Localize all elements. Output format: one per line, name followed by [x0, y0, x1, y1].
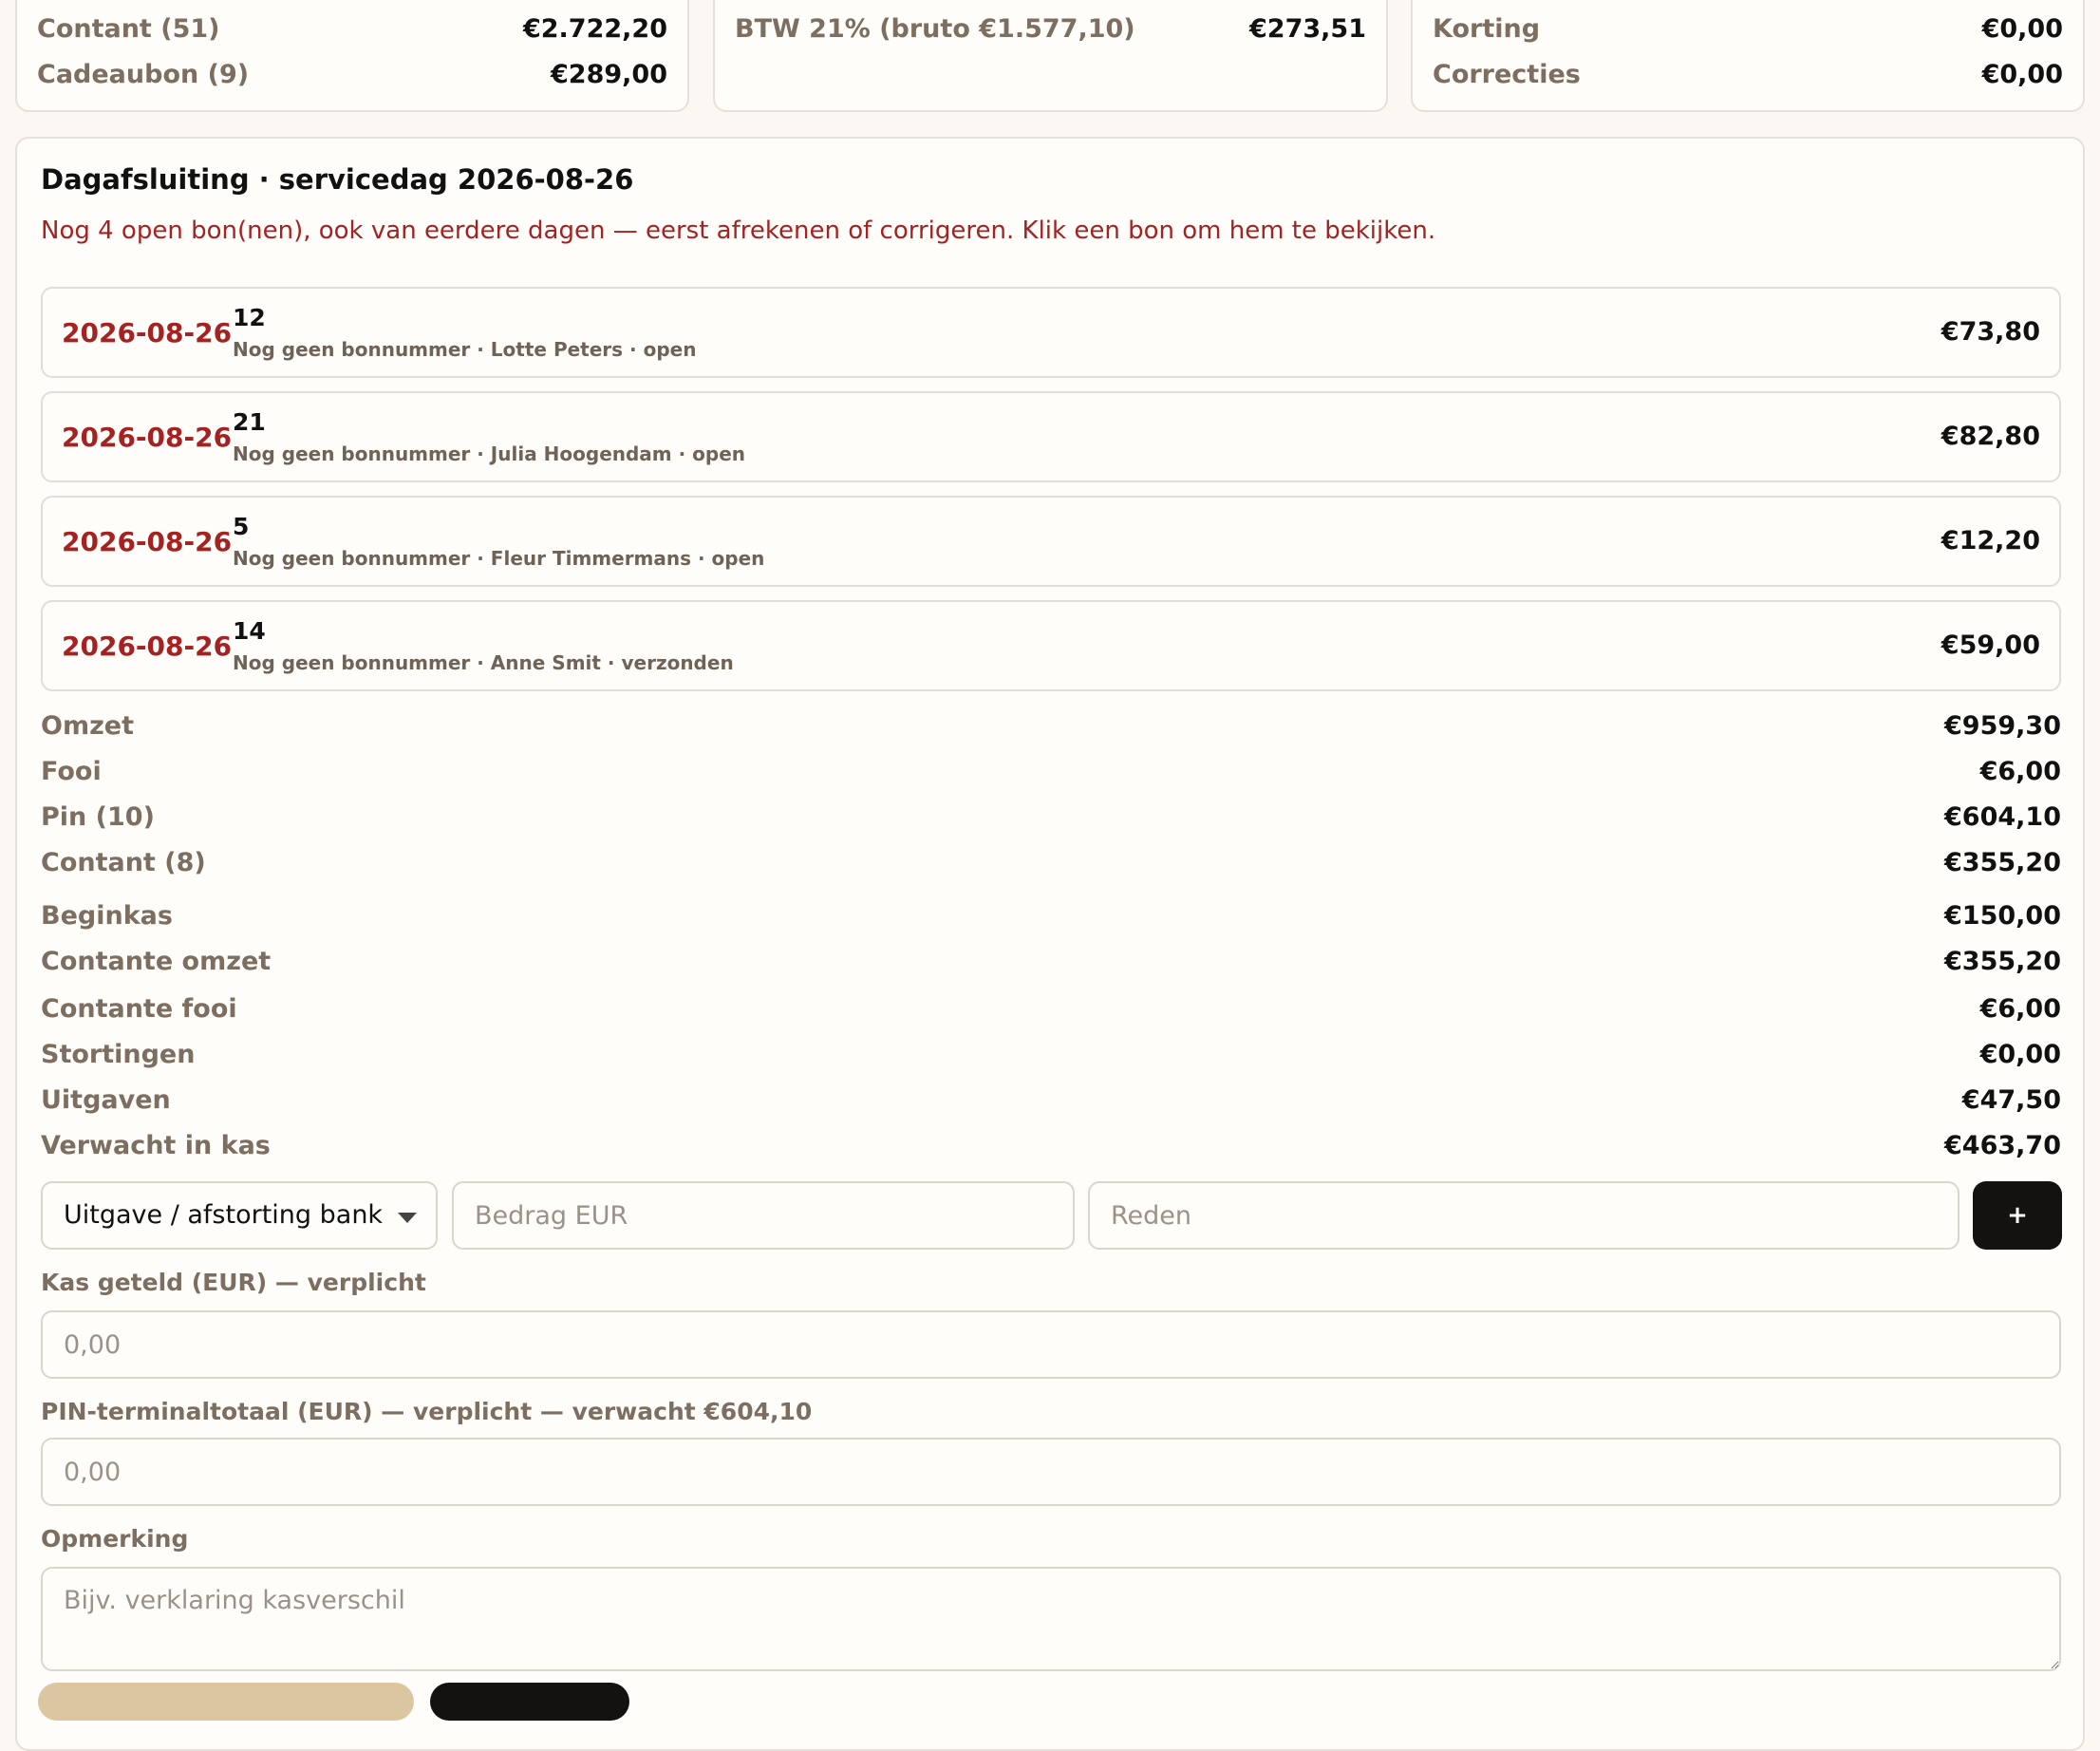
bon-table-number: 21 [233, 408, 266, 436]
total-label: Uitgaven [41, 1084, 171, 1115]
total-row: Omzet €959,30 [41, 706, 2061, 744]
total-label: Contant (8) [41, 847, 206, 877]
top-summary-row: Contant (51) €2.722,20 Cadeaubon (9) €28… [0, 0, 2100, 114]
total-value: €6,00 [1979, 756, 2061, 786]
mutation-amount-input[interactable] [452, 1181, 1075, 1250]
bon-amount: €73,80 [1941, 317, 2040, 347]
summary-value: €273,51 [1249, 13, 1366, 44]
add-mutation-button[interactable]: + [1973, 1181, 2062, 1250]
total-row: Stortingen €0,00 [41, 1035, 2061, 1073]
summary-line: Korting €0,00 [1433, 9, 2063, 47]
total-label: Contante fooi [41, 993, 237, 1024]
pin-total-label: PIN-terminaltotaal (EUR) — verplicht — v… [41, 1398, 813, 1425]
total-label: Pin (10) [41, 801, 155, 832]
page-title: Dagafsluiting · servicedag 2026-08-26 [41, 163, 634, 196]
bon-table-number: 14 [233, 617, 266, 645]
open-bon-item[interactable]: 2026-08-26 12 Nog geen bonnummer · Lotte… [41, 287, 2061, 378]
bon-date: 2026-08-26 [62, 317, 233, 348]
total-value: €355,20 [1944, 847, 2061, 877]
total-row: Contante fooi €6,00 [41, 989, 2061, 1027]
bon-table-number: 12 [233, 304, 266, 331]
open-bons-warning: Nog 4 open bon(nen), ook van eerdere dag… [41, 217, 1436, 245]
total-label: Fooi [41, 756, 102, 786]
total-label: Contante omzet [41, 946, 272, 976]
total-value: €47,50 [1961, 1084, 2061, 1115]
total-row: Verwacht in kas €463,70 [41, 1126, 2061, 1164]
total-row: Beginkas €150,00 [41, 896, 2061, 934]
vat-summary-card: BTW 21% (bruto €1.577,10) €273,51 [713, 0, 1388, 112]
payment-summary-card: Contant (51) €2.722,20 Cadeaubon (9) €28… [15, 0, 689, 112]
print-button[interactable] [430, 1683, 629, 1721]
mutation-type-value: Uitgave / afstorting bank [64, 1200, 384, 1230]
close-day-button[interactable] [38, 1683, 414, 1721]
bon-meta: Nog geen bonnummer · Fleur Timmermans · … [233, 547, 765, 570]
bon-date: 2026-08-26 [62, 526, 233, 557]
day-closing-card: Dagafsluiting · servicedag 2026-08-26 No… [15, 137, 2085, 1751]
mutation-type-select[interactable]: Uitgave / afstorting bank [41, 1181, 438, 1250]
total-row: Fooi €6,00 [41, 752, 2061, 790]
chevron-down-icon [398, 1213, 417, 1223]
total-row: Uitgaven €47,50 [41, 1081, 2061, 1119]
summary-value: €2.722,20 [522, 13, 667, 44]
total-label: Stortingen [41, 1039, 196, 1069]
remark-label: Opmerking [41, 1525, 189, 1553]
bon-meta: Nog geen bonnummer · Julia Hoogendam · o… [233, 442, 746, 465]
summary-label: Korting [1433, 13, 1541, 44]
bon-table-number: 5 [233, 513, 250, 540]
total-row: Pin (10) €604,10 [41, 798, 2061, 836]
summary-line: Cadeaubon (9) €289,00 [37, 55, 667, 93]
open-bon-item[interactable]: 2026-08-26 14 Nog geen bonnummer · Anne … [41, 600, 2061, 691]
total-row: Contante omzet €355,20 [41, 942, 2061, 980]
open-bon-item[interactable]: 2026-08-26 5 Nog geen bonnummer · Fleur … [41, 496, 2061, 587]
pin-total-input[interactable] [41, 1438, 2061, 1506]
bon-date: 2026-08-26 [62, 422, 233, 453]
summary-line: Contant (51) €2.722,20 [37, 9, 667, 47]
total-value: €6,00 [1979, 993, 2061, 1024]
discount-summary-card: Korting €0,00 Correcties €0,00 [1411, 0, 2085, 112]
bon-amount: €59,00 [1941, 631, 2040, 660]
bon-meta: Nog geen bonnummer · Lotte Peters · open [233, 338, 697, 361]
total-label: Beginkas [41, 900, 173, 931]
summary-value: €0,00 [1981, 13, 2063, 44]
open-bon-item[interactable]: 2026-08-26 21 Nog geen bonnummer · Julia… [41, 391, 2061, 482]
total-value: €604,10 [1944, 801, 2061, 832]
total-value: €150,00 [1944, 900, 2061, 931]
summary-value: €0,00 [1981, 59, 2063, 89]
summary-value: €289,00 [551, 59, 667, 89]
total-value: €463,70 [1944, 1130, 2061, 1160]
summary-label: BTW 21% (bruto €1.577,10) [735, 13, 1135, 44]
total-label: Verwacht in kas [41, 1130, 271, 1160]
mutation-reason-input[interactable] [1088, 1181, 1959, 1250]
total-label: Omzet [41, 710, 135, 741]
bon-amount: €82,80 [1941, 422, 2040, 451]
cash-counted-label: Kas geteld (EUR) — verplicht [41, 1269, 426, 1296]
summary-label: Correcties [1433, 59, 1581, 89]
total-value: €0,00 [1979, 1039, 2061, 1069]
summary-label: Cadeaubon (9) [37, 59, 250, 89]
total-value: €355,20 [1944, 946, 2061, 976]
remark-textarea[interactable] [41, 1567, 2061, 1671]
cash-counted-input[interactable] [41, 1310, 2061, 1379]
summary-line: BTW 21% (bruto €1.577,10) €273,51 [735, 9, 1366, 47]
total-value: €959,30 [1944, 710, 2061, 741]
summary-label: Contant (51) [37, 13, 220, 44]
bon-meta: Nog geen bonnummer · Anne Smit · verzond… [233, 651, 734, 674]
total-row: Contant (8) €355,20 [41, 843, 2061, 881]
summary-line: Correcties €0,00 [1433, 55, 2063, 93]
bon-amount: €12,20 [1941, 526, 2040, 555]
bon-date: 2026-08-26 [62, 631, 233, 662]
